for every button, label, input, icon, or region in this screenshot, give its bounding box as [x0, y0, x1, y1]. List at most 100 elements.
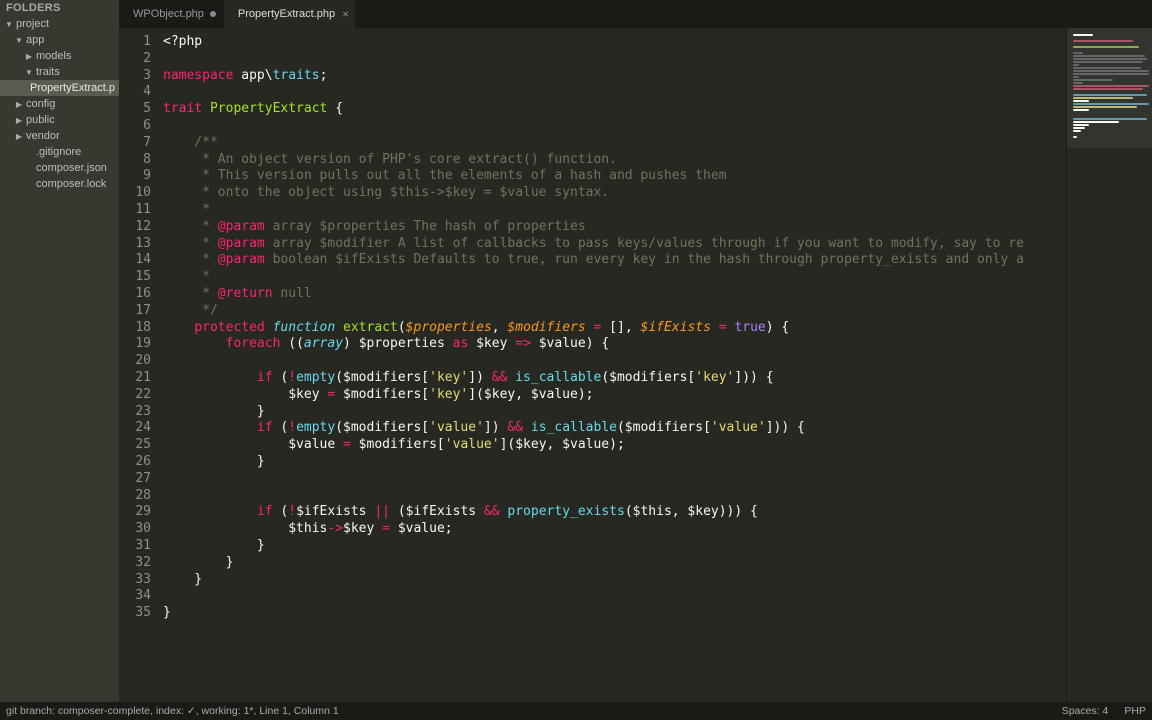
minimap-line	[1073, 109, 1089, 111]
line-number: 12	[119, 219, 151, 236]
tree-label: .gitignore	[34, 146, 81, 158]
tree-row[interactable]: composer.lock	[0, 176, 119, 192]
disclosure-icon[interactable]	[14, 34, 24, 46]
tab[interactable]: WPObject.php	[119, 0, 224, 28]
main-area: WPObject.php PropertyExtract.php × 12 34567…	[119, 0, 1152, 720]
minimap-line	[1073, 85, 1149, 87]
sidebar-header: FOLDERS	[0, 0, 119, 16]
code-line: }	[163, 555, 1066, 572]
minimap-line	[1073, 52, 1083, 54]
line-number: 13	[119, 236, 151, 253]
line-number: 3	[119, 68, 151, 85]
code-line: * @param array $properties The hash of p…	[163, 219, 1066, 236]
tree-row[interactable]: config	[0, 96, 119, 112]
line-number: 10	[119, 185, 151, 202]
tree-label: app	[24, 34, 44, 46]
minimap[interactable]	[1066, 28, 1152, 720]
minimap-line	[1073, 121, 1119, 123]
line-number: 21	[119, 370, 151, 387]
minimap-line	[1073, 88, 1143, 90]
line-number: 20	[119, 353, 151, 370]
line-number: 7	[119, 135, 151, 152]
code-line	[163, 353, 1066, 370]
minimap-line	[1073, 94, 1147, 96]
code-line: protected function extract($properties, …	[163, 320, 1066, 337]
code-line: $key = $modifiers['key']($key, $value);	[163, 387, 1066, 404]
line-number: 11	[119, 202, 151, 219]
code-line: * This version pulls out all the element…	[163, 168, 1066, 185]
line-number: 28	[119, 488, 151, 505]
tab-label: WPObject.php	[133, 8, 204, 20]
minimap-line	[1073, 127, 1085, 129]
line-number: 16	[119, 286, 151, 303]
dirty-indicator-icon	[210, 11, 216, 17]
code-line	[163, 118, 1066, 135]
minimap-line	[1073, 64, 1079, 66]
code-line: foreach ((array) $properties as $key => …	[163, 336, 1066, 353]
minimap-line	[1073, 55, 1145, 57]
code-line: if (!empty($modifiers['value']) && is_ca…	[163, 420, 1066, 437]
tree-row[interactable]: models	[0, 48, 119, 64]
line-number: 33	[119, 572, 151, 589]
tree-label: config	[24, 98, 55, 110]
code-line: }	[163, 572, 1066, 589]
status-left: git branch: composer-complete, index: ✓,…	[6, 705, 339, 717]
disclosure-icon[interactable]	[14, 98, 24, 110]
code-line: *	[163, 269, 1066, 286]
disclosure-icon[interactable]	[24, 66, 34, 78]
line-number: 17	[119, 303, 151, 320]
tree-row[interactable]: app	[0, 32, 119, 48]
line-number: 19	[119, 336, 151, 353]
tree-row[interactable]: project	[0, 16, 119, 32]
status-language[interactable]: PHP	[1124, 705, 1146, 717]
code-line: }	[163, 454, 1066, 471]
tree-row[interactable]: public	[0, 112, 119, 128]
tab-bar: WPObject.php PropertyExtract.php ×	[119, 0, 1152, 28]
disclosure-icon[interactable]	[14, 114, 24, 126]
code-line: /**	[163, 135, 1066, 152]
close-icon[interactable]: ×	[342, 7, 349, 21]
disclosure-icon[interactable]	[14, 130, 24, 142]
code-line: * @return null	[163, 286, 1066, 303]
tree-row[interactable]: traits	[0, 64, 119, 80]
line-number: 9	[119, 168, 151, 185]
line-number: 32	[119, 555, 151, 572]
tree-row[interactable]: PropertyExtract.p	[0, 80, 119, 96]
code-line: if (!empty($modifiers['key']) && is_call…	[163, 370, 1066, 387]
line-number: 5	[119, 101, 151, 118]
disclosure-icon[interactable]	[4, 18, 14, 30]
tree-row[interactable]: vendor	[0, 128, 119, 144]
tree-label: vendor	[24, 130, 60, 142]
code-line: trait PropertyExtract {	[163, 101, 1066, 118]
disclosure-icon[interactable]	[24, 50, 34, 62]
tree-label: models	[34, 50, 71, 62]
line-number: 4	[119, 84, 151, 101]
code-area[interactable]: <?php namespace app\traits; trait Proper…	[159, 28, 1066, 720]
tab-label: PropertyExtract.php	[238, 8, 335, 20]
minimap-line	[1073, 130, 1081, 132]
code-line	[163, 488, 1066, 505]
sidebar: FOLDERS project app models traitsPropertyEx…	[0, 0, 119, 720]
code-line: * onto the object using $this->$key = $v…	[163, 185, 1066, 202]
code-line	[163, 588, 1066, 605]
code-line	[163, 84, 1066, 101]
line-number: 15	[119, 269, 151, 286]
code-line: <?php	[163, 34, 1066, 51]
code-line: * @param boolean $ifExists Defaults to t…	[163, 252, 1066, 269]
minimap-line	[1073, 67, 1141, 69]
tree-row[interactable]: .gitignore	[0, 144, 119, 160]
minimap-line	[1073, 70, 1149, 72]
tree-label: project	[14, 18, 49, 30]
code-line: * An object version of PHP's core extrac…	[163, 152, 1066, 169]
line-number: 6	[119, 118, 151, 135]
editor: 1234567891011121314151617181920212223242…	[119, 28, 1152, 720]
tab[interactable]: PropertyExtract.php ×	[224, 0, 355, 28]
tree-row[interactable]: composer.json	[0, 160, 119, 176]
status-spaces[interactable]: Spaces: 4	[1062, 705, 1109, 717]
minimap-line	[1073, 73, 1149, 75]
line-number: 35	[119, 605, 151, 622]
minimap-line	[1073, 103, 1149, 105]
minimap-line	[1073, 106, 1137, 108]
status-bar: git branch: composer-complete, index: ✓,…	[0, 702, 1152, 720]
line-number: 22	[119, 387, 151, 404]
